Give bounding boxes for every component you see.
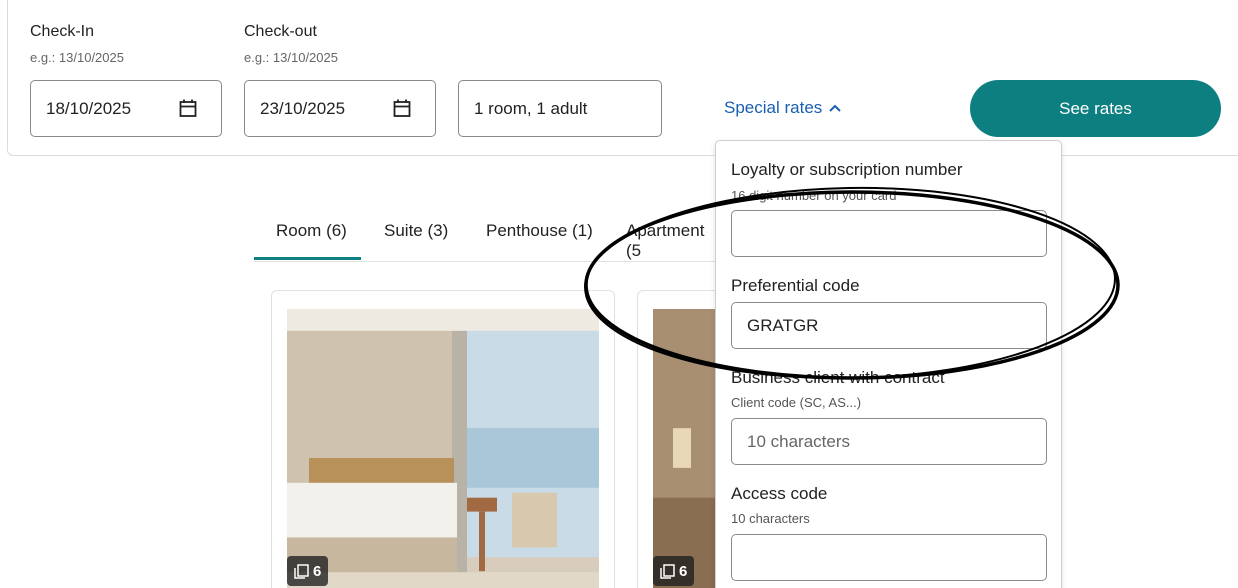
loyalty-number-input[interactable] <box>731 210 1047 257</box>
checkout-date-value: 23/10/2025 <box>260 98 346 118</box>
room-image <box>287 309 599 588</box>
room-photo[interactable] <box>287 309 599 588</box>
photo-count: 6 <box>313 562 322 580</box>
room-type-tabs: Room (6) Suite (3) Penthouse (1) Apartme… <box>254 216 724 262</box>
client-code-input[interactable]: 10 characters <box>731 418 1047 465</box>
checkout-hint: e.g.: 13/10/2025 <box>244 50 338 65</box>
room-card[interactable]: 6 <box>271 290 615 588</box>
access-code-label: Access code <box>731 484 828 503</box>
photo-gallery-icon <box>660 563 675 579</box>
special-rates-panel: Loyalty or subscription number 16 digit … <box>715 140 1062 588</box>
tab-room[interactable]: Room (6) <box>254 216 361 260</box>
photo-count-badge[interactable]: 6 <box>653 556 695 586</box>
chevron-up-icon <box>829 104 841 112</box>
checkout-label: Check-out <box>244 23 317 40</box>
checkin-label: Check-In <box>30 23 95 40</box>
tab-penthouse[interactable]: Penthouse (1) <box>486 216 593 260</box>
guests-selector[interactable]: 1 room, 1 adult <box>458 80 662 137</box>
business-label: Business client with contract <box>731 368 945 387</box>
tab-apartment[interactable]: Apartment (5 <box>626 216 724 260</box>
loyalty-label: Loyalty or subscription number <box>731 160 963 179</box>
checkout-date-field[interactable]: 23/10/2025 <box>244 80 436 137</box>
see-rates-button[interactable]: See rates <box>970 80 1221 137</box>
checkin-date-value: 18/10/2025 <box>46 98 132 118</box>
access-code-input[interactable] <box>731 534 1047 581</box>
loyalty-hint: 16 digit number on your card <box>731 188 897 203</box>
calendar-icon[interactable] <box>393 99 411 118</box>
access-code-hint: 10 characters <box>731 511 810 526</box>
special-rates-toggle[interactable]: Special rates <box>724 98 841 118</box>
preferential-label: Preferential code <box>731 276 860 295</box>
photo-count-badge[interactable]: 6 <box>287 556 329 586</box>
checkin-hint: e.g.: 13/10/2025 <box>30 50 124 65</box>
calendar-icon[interactable] <box>179 99 197 118</box>
special-rates-label: Special rates <box>724 98 823 117</box>
business-hint: Client code (SC, AS...) <box>731 395 862 410</box>
checkin-date-field[interactable]: 18/10/2025 <box>30 80 222 137</box>
preferential-code-input[interactable]: GRATGR <box>731 302 1047 349</box>
photo-gallery-icon <box>294 563 309 579</box>
tab-suite[interactable]: Suite (3) <box>384 216 448 260</box>
photo-count: 6 <box>679 562 688 580</box>
guests-value: 1 room, 1 adult <box>474 98 588 118</box>
